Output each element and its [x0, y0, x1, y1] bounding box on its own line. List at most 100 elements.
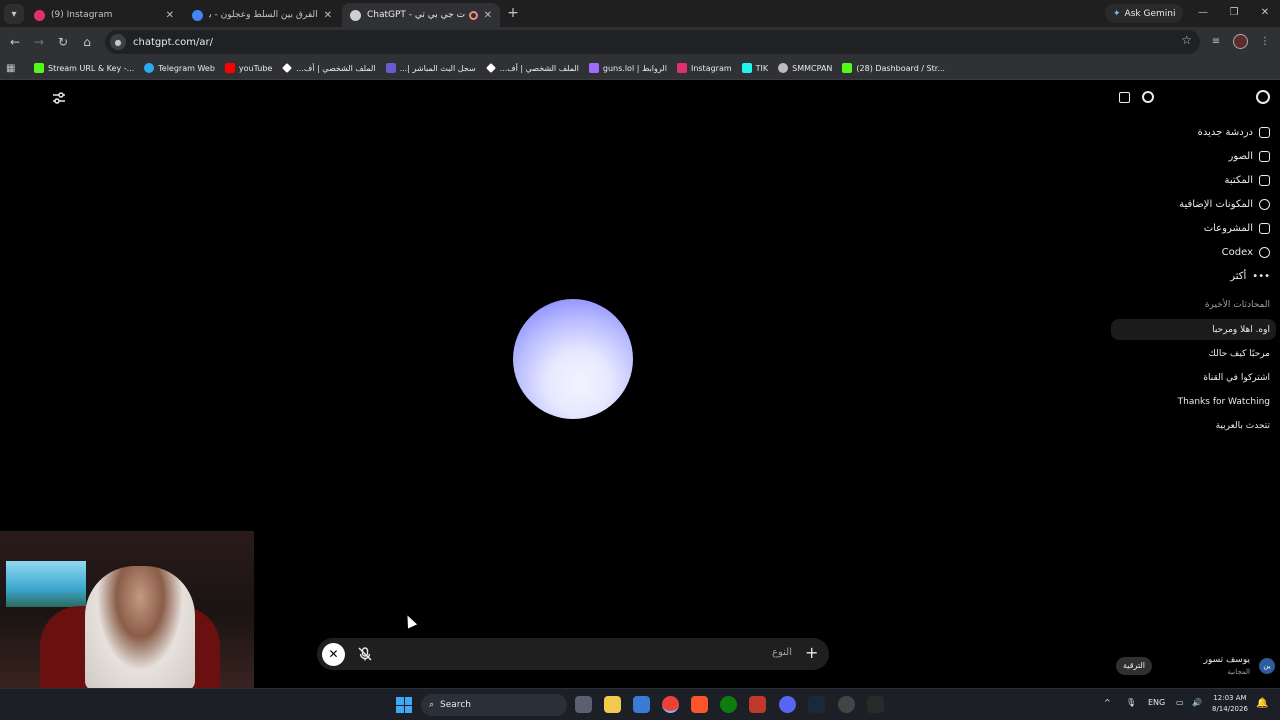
xbox-icon[interactable] — [720, 696, 737, 713]
epic-games-icon[interactable] — [867, 696, 884, 713]
bookmark-star-icon[interactable]: ☆ — [1181, 33, 1192, 47]
chatgpt-logo-icon[interactable] — [1256, 90, 1270, 104]
google-icon — [192, 9, 203, 21]
bookmark-item[interactable]: Instagram — [676, 63, 732, 73]
maximize-button[interactable]: ❐ — [1219, 4, 1249, 22]
gemini-sparkle-icon: ✦ — [1113, 8, 1121, 19]
chat-item[interactable]: مرحبًا كيف حالك — [1209, 349, 1270, 359]
steam-icon[interactable] — [808, 696, 825, 713]
bookmark-label: youTube — [238, 63, 273, 73]
tiktok-icon — [741, 63, 752, 73]
bookmark-item[interactable]: (28) Dashboard / Str... — [842, 63, 945, 73]
tab-google-search[interactable]: الفرق بين السلط وعجلون - بحث ✕ — [184, 3, 340, 27]
chrome-icon[interactable] — [662, 696, 679, 713]
chat-item[interactable]: اشتركوا في القناة — [1203, 373, 1270, 383]
tab-search-button[interactable]: ▾ — [4, 4, 24, 24]
language-indicator[interactable]: ENG — [1148, 698, 1165, 707]
obs-capture-icon[interactable] — [749, 696, 766, 713]
tab-title: ChatGPT - شات جي بي تي — [367, 10, 465, 20]
add-attachment-button[interactable]: + — [805, 643, 818, 662]
bookmark-item[interactable]: youTube — [224, 63, 273, 73]
user-name[interactable]: يوسف تسور — [1204, 655, 1250, 665]
taskbar-search[interactable]: ⌕ Search — [421, 694, 567, 716]
microsoft-store-icon[interactable] — [633, 696, 650, 713]
forward-button[interactable]: → — [30, 33, 48, 51]
chat-item[interactable]: اوه. اهلا ومرحبا — [1212, 325, 1270, 335]
bookmark-item[interactable]: الملف الشخصي | أف... — [282, 63, 376, 73]
settings-sliders-icon[interactable] — [52, 91, 66, 105]
notification-bell-icon[interactable]: 🔔 — [1256, 698, 1268, 709]
sidebar-item-label: المكونات الإضافية — [1179, 198, 1253, 210]
sidebar-item-new-chat[interactable]: دردشة جديدة — [1198, 123, 1270, 141]
sidebar-item-more[interactable]: ••• أكثر — [1230, 267, 1270, 285]
bookmark-item[interactable]: الملف الشخصي | أف... — [485, 63, 579, 73]
instagram-icon — [34, 9, 45, 21]
sidebar-item-plugins[interactable]: المكونات الإضافية — [1179, 195, 1270, 213]
media-controls-icon[interactable]: ≡ — [1207, 33, 1225, 51]
sidebar-item-codex[interactable]: Codex — [1222, 243, 1270, 261]
discord-icon[interactable] — [779, 696, 796, 713]
bookmark-item[interactable]: SMMCPAN — [778, 63, 832, 73]
close-tab-icon[interactable]: ✕ — [324, 10, 332, 21]
reload-button[interactable]: ↻ — [54, 33, 72, 51]
upgrade-button[interactable]: الترقية — [1116, 657, 1153, 675]
chatgpt-icon — [350, 9, 361, 21]
tab-strip: ▾ (9) Instagram ✕ الفرق بين السلط وعجلون… — [0, 0, 1280, 27]
bookmark-item[interactable]: Telegram Web — [144, 63, 215, 73]
browser-menu-icon[interactable]: ⋮ — [1256, 33, 1274, 51]
globe-icon — [778, 63, 789, 73]
bookmark-item[interactable]: TIK — [741, 63, 768, 73]
network-icon[interactable]: ▭ — [1176, 698, 1184, 707]
sidebar-item-label: أكثر — [1230, 270, 1247, 282]
bookmark-item[interactable]: guns.lol | الروابط — [588, 63, 667, 73]
bookmark-item[interactable]: سجل البث المباشر |... — [385, 63, 476, 73]
sidebar-item-projects[interactable]: المشروعات — [1204, 219, 1270, 237]
sidebar-item-label: المشروعات — [1203, 222, 1253, 234]
diamond-icon — [282, 63, 293, 73]
chat-item[interactable]: Thanks for Watching — [1178, 397, 1270, 407]
type-label[interactable]: النوع — [772, 647, 792, 658]
bookmark-item[interactable]: Stream URL & Key -... — [34, 63, 134, 73]
tab-chatgpt[interactable]: ChatGPT - شات جي بي تي ✕ — [342, 3, 500, 27]
brave-icon[interactable] — [691, 696, 708, 713]
home-button[interactable]: ⌂ — [78, 33, 96, 51]
close-tab-icon[interactable]: ✕ — [166, 10, 174, 21]
microphone-tray-icon[interactable]: 🎙 — [1126, 698, 1136, 707]
chat-sidebar: دردشة جديدة الصور المكتبة المكونات الإضا… — [1107, 80, 1280, 687]
diamond-icon — [485, 63, 496, 73]
address-bar[interactable]: ● chatgpt.com/ar/ ☆ — [105, 30, 1200, 54]
bookmark-label: سجل البث المباشر |... — [399, 63, 476, 73]
end-voice-button[interactable]: ✕ — [322, 643, 345, 666]
bookmark-label: guns.lol | الروابط — [602, 63, 667, 73]
mute-microphone-icon[interactable] — [357, 646, 373, 662]
minimize-button[interactable]: — — [1188, 4, 1218, 22]
site-info-icon[interactable]: ● — [110, 34, 126, 50]
ask-gemini-button[interactable]: ✦ Ask Gemini — [1105, 4, 1184, 23]
back-button[interactable]: ← — [6, 33, 24, 51]
sidebar-toggle-icon[interactable] — [1119, 92, 1130, 103]
plugins-icon — [1259, 198, 1270, 210]
show-hidden-icons[interactable]: ^ — [1104, 698, 1111, 707]
obs-icon[interactable] — [838, 696, 855, 713]
volume-icon[interactable]: 🔊 — [1192, 698, 1202, 707]
system-clock[interactable]: 12:03 AM 8/14/2026 — [1212, 693, 1248, 715]
sidebar-item-library[interactable]: المكتبة — [1224, 171, 1270, 189]
tab-instagram[interactable]: (9) Instagram ✕ — [26, 3, 182, 27]
windows-start-icon[interactable] — [396, 697, 412, 713]
file-explorer-icon[interactable] — [604, 696, 621, 713]
clock-date: 8/14/2026 — [1212, 705, 1248, 713]
apps-grid-icon[interactable]: ▦ — [6, 63, 20, 74]
sidebar-item-label: دردشة جديدة — [1197, 126, 1253, 138]
close-window-button[interactable]: ✕ — [1250, 4, 1280, 22]
recording-icon — [468, 10, 478, 20]
bookmark-label: Instagram — [690, 63, 732, 73]
new-tab-button[interactable]: + — [505, 5, 521, 21]
sidebar-item-images[interactable]: الصور — [1229, 147, 1270, 165]
profile-avatar[interactable] — [1233, 34, 1248, 49]
browser-toolbar: ← → ↻ ⌂ ● chatgpt.com/ar/ ☆ ≡ ⋮ — [0, 27, 1280, 57]
close-tab-icon[interactable]: ✕ — [484, 10, 492, 21]
user-avatar[interactable]: ين — [1259, 658, 1275, 674]
search-icon[interactable] — [1142, 91, 1154, 103]
chat-item[interactable]: تتحدث بالعربية — [1216, 421, 1270, 431]
task-view-icon[interactable] — [575, 696, 592, 713]
